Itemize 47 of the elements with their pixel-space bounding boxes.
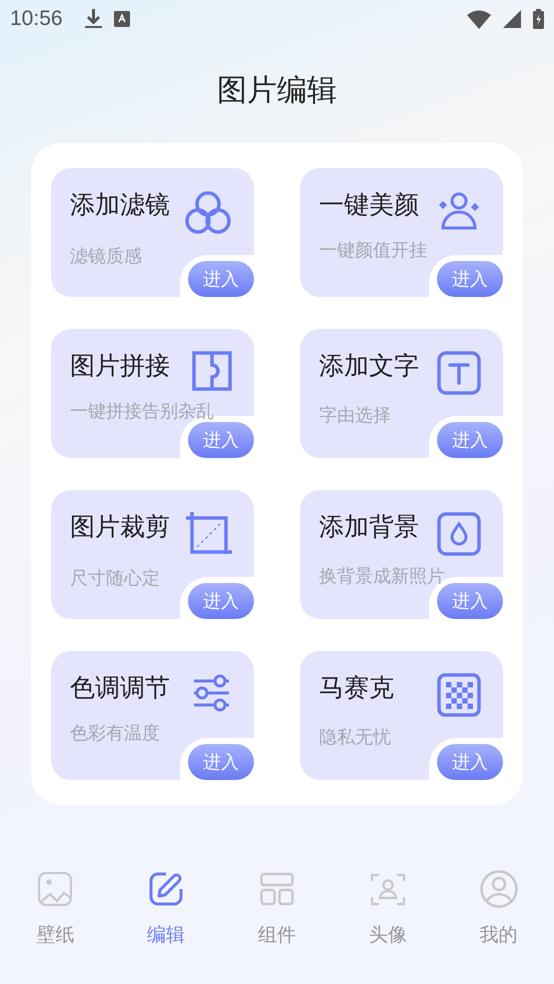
nav-tab[interactable]: 编辑 xyxy=(110,854,222,984)
mosaic-icon xyxy=(437,673,481,717)
card-title: 色调调节 xyxy=(70,672,170,704)
card-subtitle: 一键颜值开挂 xyxy=(319,239,428,262)
wifi-icon xyxy=(467,10,491,28)
nav-tab[interactable]: 壁纸 xyxy=(0,854,111,984)
status-time: 10:56 xyxy=(10,7,63,31)
text-icon xyxy=(437,351,481,395)
user-icon xyxy=(480,870,518,908)
collage-icon xyxy=(192,351,232,391)
image-icon xyxy=(38,872,72,906)
enter-button[interactable]: 进入 xyxy=(437,583,503,619)
edit-icon xyxy=(149,872,184,906)
sliders-icon xyxy=(192,673,232,713)
nav-tab[interactable]: 我的 xyxy=(443,854,554,984)
layout-icon xyxy=(260,872,294,906)
download-icon xyxy=(84,9,102,29)
card-subtitle: 尺寸随心定 xyxy=(70,567,161,590)
card-title: 添加文字 xyxy=(319,350,419,382)
keyboard-icon xyxy=(114,11,130,27)
card-title: 图片拼接 xyxy=(70,350,170,382)
signal-icon xyxy=(503,10,521,28)
card-subtitle: 一键拼接告别杂乱 xyxy=(70,400,215,423)
card-subtitle: 滤镜质感 xyxy=(70,245,143,268)
card-title: 马赛克 xyxy=(319,672,394,704)
card-subtitle: 字由选择 xyxy=(319,404,392,427)
enter-button[interactable]: 进入 xyxy=(437,422,503,458)
enter-button[interactable]: 进入 xyxy=(188,261,254,297)
enter-button[interactable]: 进入 xyxy=(437,261,503,297)
enter-button[interactable]: 进入 xyxy=(188,583,254,619)
card-title: 添加背景 xyxy=(319,511,419,543)
enter-button[interactable]: 进入 xyxy=(188,422,254,458)
nav-tab[interactable]: 头像 xyxy=(332,854,444,984)
drop-icon xyxy=(437,512,481,556)
enter-button[interactable]: 进入 xyxy=(188,744,254,780)
enter-button[interactable]: 进入 xyxy=(437,744,503,780)
nav-tab[interactable]: 组件 xyxy=(222,854,332,984)
circles-icon xyxy=(184,190,232,236)
person-sparkle-icon xyxy=(437,190,481,230)
card-title: 添加滤镜 xyxy=(70,189,170,221)
card-title: 图片裁剪 xyxy=(70,511,170,543)
card-title: 一键美颜 xyxy=(319,189,419,221)
battery-icon xyxy=(533,9,544,29)
page-title: 图片编辑 xyxy=(217,72,337,110)
card-subtitle: 隐私无忧 xyxy=(319,726,392,749)
card-subtitle: 色彩有温度 xyxy=(70,722,161,745)
avatar-frame-icon xyxy=(370,872,405,906)
